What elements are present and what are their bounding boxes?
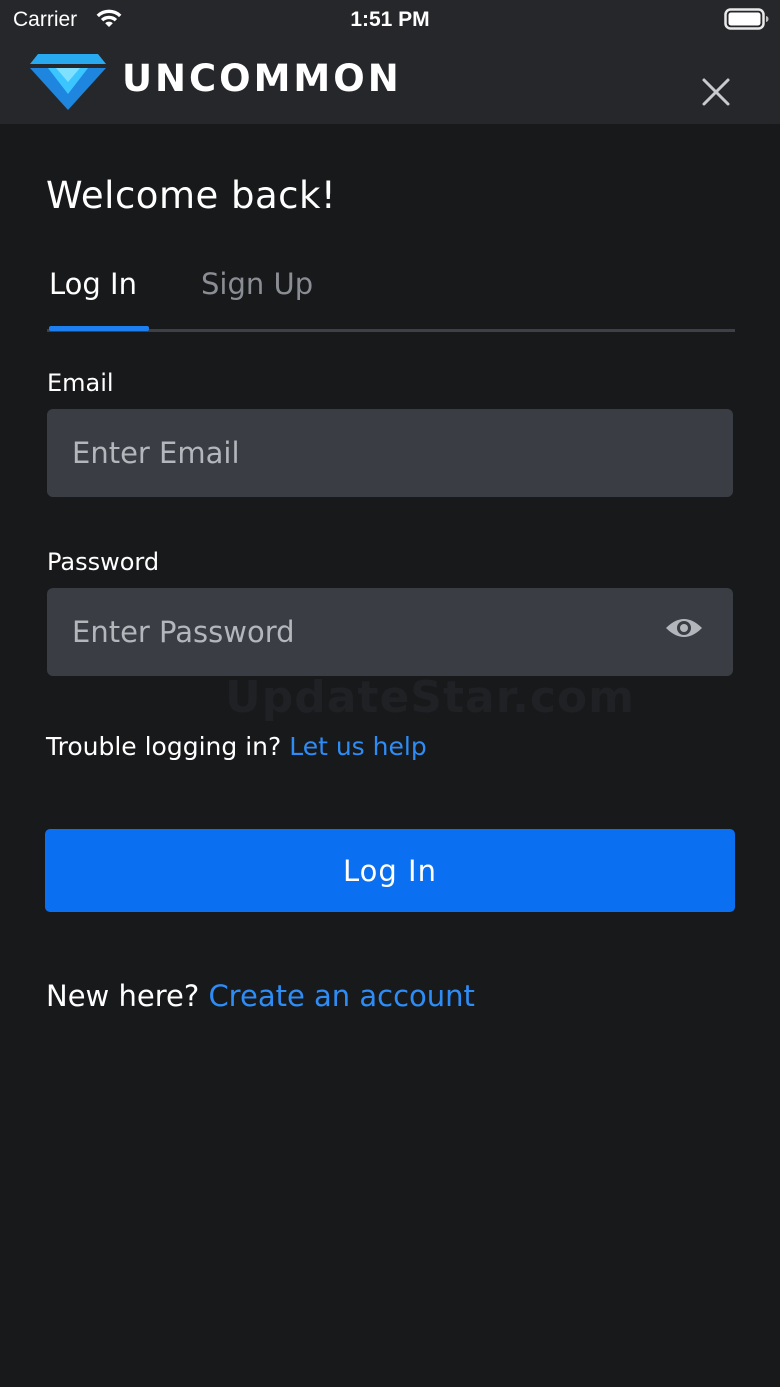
active-tab-indicator xyxy=(49,326,149,331)
email-label: Email xyxy=(47,369,114,397)
status-time: 1:51 PM xyxy=(350,8,430,31)
tabs-divider xyxy=(47,329,735,332)
diamond-logo-icon xyxy=(30,54,106,110)
eye-icon[interactable] xyxy=(664,614,704,642)
password-field[interactable] xyxy=(47,588,733,676)
tab-log-in[interactable]: Log In xyxy=(49,264,137,304)
create-account-link[interactable]: Create an account xyxy=(208,979,474,1013)
help-prompt: Trouble logging in? Let us help xyxy=(46,730,427,764)
tab-sign-up[interactable]: Sign Up xyxy=(201,264,313,304)
close-button[interactable] xyxy=(694,70,738,114)
signup-prompt: New here? Create an account xyxy=(46,976,475,1016)
status-bar: Carrier 1:51 PM xyxy=(0,0,780,40)
auth-tabs: Log In Sign Up xyxy=(47,256,735,334)
log-in-button[interactable]: Log In xyxy=(45,829,735,912)
watermark: UpdateStar.com xyxy=(225,672,635,723)
password-label: Password xyxy=(47,548,160,576)
email-field[interactable] xyxy=(47,409,733,497)
help-text: Trouble logging in? xyxy=(46,732,282,761)
app-header: Carrier 1:51 PM UNCOMMON xyxy=(0,0,780,124)
page-title: Welcome back! xyxy=(46,174,337,217)
signup-prompt-text: New here? xyxy=(46,979,200,1013)
battery-icon xyxy=(724,8,769,30)
brand-name: UNCOMMON xyxy=(122,57,402,100)
help-link[interactable]: Let us help xyxy=(289,732,426,761)
